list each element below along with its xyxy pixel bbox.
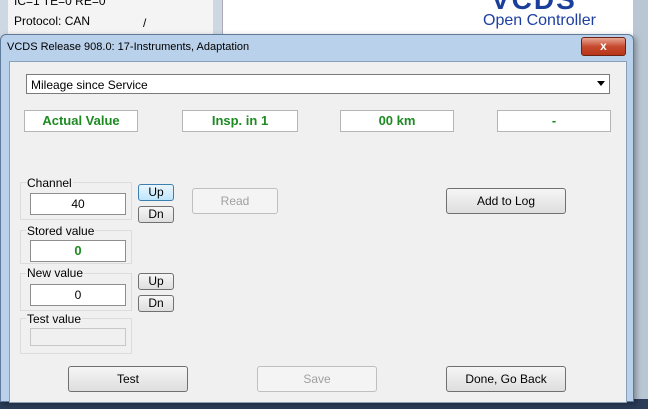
channel-input[interactable]: 40 [30, 193, 126, 215]
new-value-dn-button[interactable]: Dn [138, 295, 174, 312]
channel-up-button[interactable]: Up [138, 184, 174, 201]
test-button[interactable]: Test [68, 366, 188, 392]
background-status-line: IC=1 TE=0 RE=0 [14, 0, 106, 8]
dialog-title-bar[interactable]: VCDS Release 908.0: 17-Instruments, Adap… [1, 35, 633, 61]
background-header: VCDS Open Controller [222, 0, 633, 36]
value-box-4: - [497, 110, 611, 132]
stored-value-label: Stored value [26, 224, 96, 238]
background-status-panel: IC=1 TE=0 RE=0 Protocol: CAN / [8, 0, 213, 36]
value-box-3: 00 km [340, 110, 454, 132]
value-box-1: Actual Value [24, 110, 138, 132]
dialog-title: VCDS Release 908.0: 17-Instruments, Adap… [7, 41, 250, 53]
channel-label: Channel [26, 176, 73, 190]
close-button[interactable]: x [581, 37, 626, 56]
test-value-label: Test value [26, 312, 83, 326]
background-slash: / [143, 16, 147, 30]
channel-dn-button[interactable]: Dn [138, 206, 174, 223]
new-value-up-button[interactable]: Up [138, 273, 174, 290]
background-protocol: Protocol: CAN [14, 14, 91, 28]
adaptation-channel-select[interactable]: Mileage since Service [26, 74, 610, 94]
chevron-down-icon[interactable] [597, 81, 605, 86]
value-box-2: Insp. in 1 [182, 110, 298, 132]
read-button[interactable]: Read [192, 188, 278, 214]
background-scroll-strip [633, 0, 648, 409]
select-value: Mileage since Service [31, 78, 148, 92]
done-go-back-button[interactable]: Done, Go Back [446, 366, 566, 392]
dialog-client-area: Mileage since Service Actual Value Insp.… [9, 61, 627, 403]
add-to-log-button[interactable]: Add to Log [446, 188, 566, 214]
stored-value-field: 0 [30, 240, 126, 262]
save-button[interactable]: Save [257, 366, 377, 392]
test-value-field [30, 328, 126, 346]
background-subtitle: Open Controller [483, 12, 596, 29]
new-value-label: New value [26, 266, 85, 280]
adaptation-dialog: VCDS Release 908.0: 17-Instruments, Adap… [0, 34, 634, 403]
new-value-input[interactable]: 0 [30, 284, 126, 306]
